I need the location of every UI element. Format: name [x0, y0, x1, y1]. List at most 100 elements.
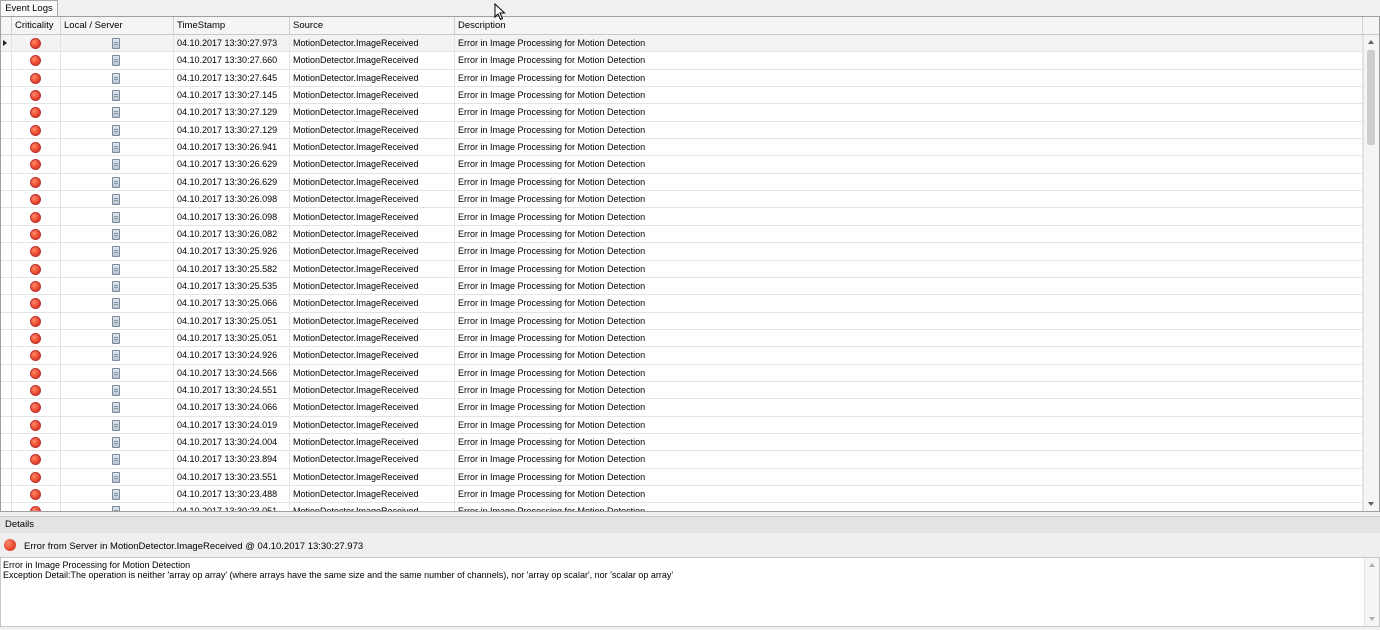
cell-local-server	[61, 243, 174, 261]
scroll-up-icon[interactable]	[1368, 40, 1374, 44]
table-row[interactable]: 04.10.2017 13:30:26.098 MotionDetector.Im…	[1, 191, 1363, 209]
row-indicator[interactable]	[1, 121, 12, 139]
cell-description: Error in Image Processing for Motion Det…	[455, 382, 1363, 399]
tab-event-logs[interactable]: Event Logs	[0, 0, 58, 16]
column-header-local-server[interactable]: Local / Server	[61, 17, 174, 34]
table-row[interactable]: 04.10.2017 13:30:27.129 MotionDetector.Im…	[1, 104, 1363, 122]
cell-criticality	[12, 225, 61, 243]
table-row[interactable]: 04.10.2017 13:30:26.629 MotionDetector.Im…	[1, 173, 1363, 192]
table-row[interactable]: 04.10.2017 13:30:25.926 MotionDetector.Im…	[1, 243, 1363, 261]
grid-vertical-scrollbar[interactable]	[1363, 35, 1379, 511]
cell-local-server	[61, 486, 174, 504]
cell-source: MotionDetector.ImageReceived	[290, 364, 455, 382]
row-indicator[interactable]	[1, 416, 12, 434]
row-indicator[interactable]	[1, 486, 12, 504]
error-dot-icon	[30, 211, 41, 223]
table-row[interactable]: 04.10.2017 13:30:26.629 MotionDetector.Im…	[1, 156, 1363, 174]
cell-source: MotionDetector.ImageReceived	[290, 208, 455, 226]
details-panel-header: Details	[0, 516, 1380, 534]
row-indicator[interactable]	[1, 156, 12, 174]
table-row[interactable]: 04.10.2017 13:30:25.051 MotionDetector.Im…	[1, 329, 1363, 348]
column-header-source[interactable]: Source	[290, 17, 455, 34]
cell-description: Error in Image Processing for Motion Det…	[455, 451, 1363, 469]
table-row[interactable]: 04.10.2017 13:30:25.051 MotionDetector.Im…	[1, 312, 1363, 330]
cell-timestamp: 04.10.2017 13:30:24.566	[174, 364, 290, 382]
row-indicator[interactable]	[1, 208, 12, 226]
table-row[interactable]: 04.10.2017 13:30:23.894 MotionDetector.Im…	[1, 451, 1363, 469]
server-icon	[112, 228, 120, 240]
table-row[interactable]: 04.10.2017 13:30:23.488 MotionDetector.Im…	[1, 486, 1363, 504]
server-icon	[112, 90, 120, 102]
server-icon	[112, 367, 120, 379]
cell-description: Error in Image Processing for Motion Det…	[455, 468, 1363, 486]
error-dot-icon	[30, 419, 41, 431]
row-indicator[interactable]	[1, 364, 12, 382]
row-indicator[interactable]	[1, 69, 12, 87]
row-indicator[interactable]	[1, 225, 12, 243]
scroll-thumb[interactable]	[1367, 50, 1375, 145]
details-line-exception: Exception Detail:The operation is neithe…	[3, 570, 674, 580]
row-indicator[interactable]	[1, 277, 12, 295]
column-header-criticality[interactable]: Criticality	[12, 17, 61, 34]
table-row[interactable]: 04.10.2017 13:30:24.926 MotionDetector.Im…	[1, 347, 1363, 365]
cell-source: MotionDetector.ImageReceived	[290, 329, 455, 347]
row-indicator[interactable]	[1, 312, 12, 330]
scroll-down-icon[interactable]	[1368, 502, 1374, 506]
cell-description: Error in Image Processing for Motion Det…	[455, 329, 1363, 347]
row-indicator[interactable]	[1, 295, 12, 313]
event-log-grid[interactable]: Criticality Local / Server TimeStamp Sou…	[0, 16, 1380, 512]
table-row[interactable]: 04.10.2017 13:30:23.051MotionDetector.Im…	[1, 503, 1363, 511]
column-header-timestamp[interactable]: TimeStamp	[174, 17, 290, 34]
table-row[interactable]: 04.10.2017 13:30:26.082 MotionDetector.Im…	[1, 225, 1363, 244]
current-row-arrow-icon	[3, 40, 7, 46]
scroll-down-icon[interactable]	[1369, 617, 1375, 621]
row-indicator[interactable]	[1, 243, 12, 261]
cell-source: MotionDetector.ImageReceived	[290, 503, 455, 511]
row-indicator[interactable]	[1, 260, 12, 278]
table-row[interactable]: 04.10.2017 13:30:27.645 MotionDetector.Im…	[1, 69, 1363, 88]
table-row[interactable]: 04.10.2017 13:30:27.145 MotionDetector.Im…	[1, 87, 1363, 105]
server-icon	[112, 211, 120, 223]
row-indicator[interactable]	[1, 139, 12, 157]
table-row[interactable]: 04.10.2017 13:30:24.066 MotionDetector.Im…	[1, 399, 1363, 417]
table-row[interactable]: 04.10.2017 13:30:26.941 MotionDetector.Im…	[1, 139, 1363, 157]
row-indicator[interactable]	[1, 451, 12, 469]
table-row[interactable]: 04.10.2017 13:30:23.551 MotionDetector.Im…	[1, 468, 1363, 487]
cell-timestamp: 04.10.2017 13:30:27.973	[174, 35, 290, 52]
table-row[interactable]: 04.10.2017 13:30:27.129 MotionDetector.Im…	[1, 121, 1363, 140]
column-header-description[interactable]: Description	[455, 17, 1363, 34]
row-indicator[interactable]	[1, 468, 12, 486]
row-indicator[interactable]	[1, 52, 12, 70]
table-row[interactable]: 04.10.2017 13:30:24.551 MotionDetector.Im…	[1, 382, 1363, 400]
row-indicator[interactable]	[1, 87, 12, 105]
details-textbox[interactable]: Error in Image Processing for Motion Det…	[0, 557, 1380, 627]
table-row[interactable]: 04.10.2017 13:30:27.660 MotionDetector.Im…	[1, 52, 1363, 70]
row-indicator[interactable]	[1, 329, 12, 347]
table-row[interactable]: 04.10.2017 13:30:25.066 MotionDetector.Im…	[1, 295, 1363, 313]
row-indicator[interactable]	[1, 347, 12, 365]
table-row[interactable]: 04.10.2017 13:30:27.973 MotionDetector.Im…	[1, 35, 1363, 53]
error-dot-icon	[30, 194, 41, 206]
row-indicator[interactable]	[1, 503, 12, 511]
scroll-up-icon[interactable]	[1369, 563, 1375, 567]
cell-description: Error in Image Processing for Motion Det…	[455, 347, 1363, 365]
row-indicator[interactable]	[1, 104, 12, 122]
row-indicator[interactable]	[1, 191, 12, 209]
row-indicator[interactable]	[1, 173, 12, 191]
cell-local-server	[61, 347, 174, 365]
row-indicator[interactable]	[1, 35, 12, 52]
table-row[interactable]: 04.10.2017 13:30:25.582 MotionDetector.Im…	[1, 260, 1363, 278]
details-vertical-scrollbar[interactable]	[1364, 558, 1379, 626]
table-row[interactable]: 04.10.2017 13:30:24.019 MotionDetector.Im…	[1, 416, 1363, 435]
row-indicator[interactable]	[1, 382, 12, 399]
table-row[interactable]: 04.10.2017 13:30:24.566 MotionDetector.Im…	[1, 364, 1363, 382]
table-row[interactable]: 04.10.2017 13:30:24.004 MotionDetector.Im…	[1, 434, 1363, 452]
table-row[interactable]: 04.10.2017 13:30:25.535 MotionDetector.Im…	[1, 277, 1363, 296]
cell-description: Error in Image Processing for Motion Det…	[455, 312, 1363, 330]
cell-timestamp: 04.10.2017 13:30:24.004	[174, 434, 290, 452]
cell-source: MotionDetector.ImageReceived	[290, 468, 455, 486]
table-row[interactable]: 04.10.2017 13:30:26.098 MotionDetector.Im…	[1, 208, 1363, 226]
details-summary: Error from Server in MotionDetector.Imag…	[0, 533, 1380, 557]
row-indicator[interactable]	[1, 399, 12, 417]
row-indicator[interactable]	[1, 434, 12, 452]
